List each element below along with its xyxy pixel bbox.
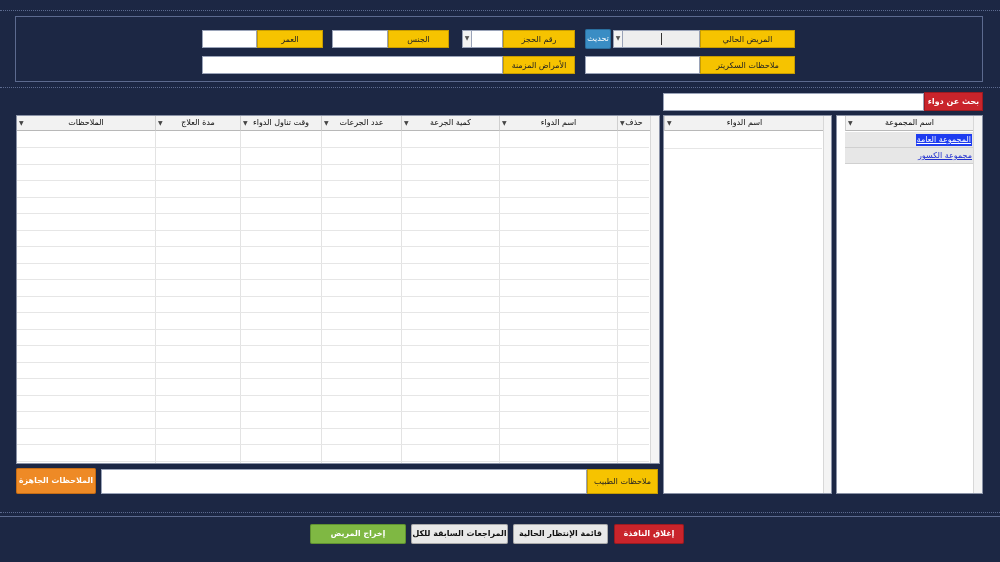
prescription-header-delete[interactable]: ▼ حذف [617,116,650,131]
prescription-header-duration[interactable]: ▼ مدة العلاج [155,116,240,131]
header-label: الملاحظات [68,118,104,127]
booking-number-input[interactable] [471,30,503,48]
top-dotted-divider [0,10,1000,11]
groups-grid-header[interactable]: ▼ اسم المجموعة [845,116,973,131]
grid-line [17,444,649,445]
current-patient-label: المريض الحالي [700,30,795,48]
group-row[interactable]: المجموعة العامة [845,132,973,148]
header-label: مدة العلاج [181,118,215,127]
booking-number-dropdown-arrow[interactable]: ▼ [462,30,472,48]
sort-triangle-icon: ▼ [620,120,625,127]
discharge-patient-button[interactable]: إخراج المريض [310,524,406,544]
sort-triangle-icon: ▼ [848,120,853,127]
prescription-grid: ▼ حذف ▼ اسم الدواء ▼ كمية الجرعة ▼ عدد ا… [16,115,660,464]
booking-number-label: رقم الحجز [503,30,575,48]
current-patient-input[interactable] [622,30,700,48]
close-window-button[interactable]: إغلاق النافذة [614,524,684,544]
drugs-grid-header[interactable]: ▼ اسم الدواء [664,116,824,131]
header-label: حذف [625,118,643,127]
refresh-button[interactable]: تحديث [585,29,611,49]
header-label: كمية الجرعة [430,118,471,127]
grid-line [17,246,649,247]
prescription-header-dose-amount[interactable]: ▼ كمية الجرعة [401,116,499,131]
group-row[interactable]: مجموعة الكسور [845,148,973,164]
previous-visits-button[interactable]: المراجعات السابقة للكل [411,524,508,544]
drug-search-button[interactable]: بحث عن دواء [924,92,983,111]
header-label: وقت تناول الدواء [252,118,310,127]
sort-triangle-icon: ▼ [324,120,329,127]
grid-line [17,361,649,363]
text-cursor [661,33,662,45]
prescription-header-dose-count[interactable]: ▼ عدد الجرعات [321,116,401,131]
chronic-diseases-input[interactable] [202,56,503,74]
prescription-header-notes[interactable]: ▼ الملاحظات [17,116,155,131]
grid-line [17,411,649,412]
grid-line [17,427,649,429]
sort-triangle-icon: ▼ [243,120,248,127]
grid-line [17,279,649,280]
current-patient-dropdown-arrow[interactable]: ▼ [613,30,623,48]
bottom-dotted-divider [0,512,1000,513]
sort-triangle-icon: ▼ [404,120,409,127]
group-row-link[interactable]: المجموعة العامة [915,134,972,146]
middle-dotted-divider [0,87,1000,88]
gender-input[interactable] [332,30,388,48]
grid-line [17,460,649,462]
secretary-notes-input[interactable] [585,56,700,74]
grid-line [17,345,649,346]
sort-triangle-icon: ▼ [502,120,507,127]
grid-line [17,147,649,148]
prescription-header-intake-time[interactable]: ▼ وقت تناول الدواء [240,116,321,131]
ready-notes-button[interactable]: الملاحظات الجاهزة [16,468,96,494]
header-label: اسم الدواء [540,118,577,127]
drug-search-input[interactable] [663,93,924,111]
grid-line [17,262,649,264]
grid-line [17,328,649,330]
groups-grid-header-label: اسم المجموعة [884,118,935,127]
age-input[interactable] [202,30,257,48]
grid-line [17,163,649,165]
doctor-notes-input[interactable] [101,469,587,494]
grid-line [17,378,649,379]
grid-line [17,180,649,181]
prescription-grid-scrollbar[interactable] [650,116,659,463]
header-label: عدد الجرعات [339,118,384,127]
drugs-grid-scrollbar[interactable] [823,116,831,493]
gender-label: الجنس [388,30,449,48]
doctor-notes-label: ملاحظات الطبيب [587,469,658,494]
grid-line [17,295,649,297]
groups-grid: ▼ اسم المجموعة المجموعة العامة مجموعة ال… [836,115,983,494]
grid-line [17,312,649,313]
drugs-grid-header-label: اسم الدواء [726,118,763,127]
grid-line [17,196,649,198]
sort-triangle-icon: ▼ [158,120,163,127]
groups-grid-scrollbar[interactable] [973,116,982,493]
sort-triangle-icon: ▼ [667,120,672,127]
age-label: العمر [257,30,323,48]
grid-line [17,394,649,396]
secretary-notes-label: ملاحظات السكريتر [700,56,795,74]
grid-line [17,229,649,231]
group-row-link[interactable]: مجموعة الكسور [918,150,972,162]
waiting-list-button[interactable]: قائمة الإنتظار الحالية [513,524,608,544]
drugs-grid: ▼ اسم الدواء [663,115,832,494]
grid-line [664,148,822,149]
chronic-diseases-label: الأمراض المزمنة [503,56,575,74]
sort-triangle-icon: ▼ [19,120,24,127]
prescription-header-drug-name[interactable]: ▼ اسم الدواء [499,116,617,131]
grid-line [17,213,649,214]
